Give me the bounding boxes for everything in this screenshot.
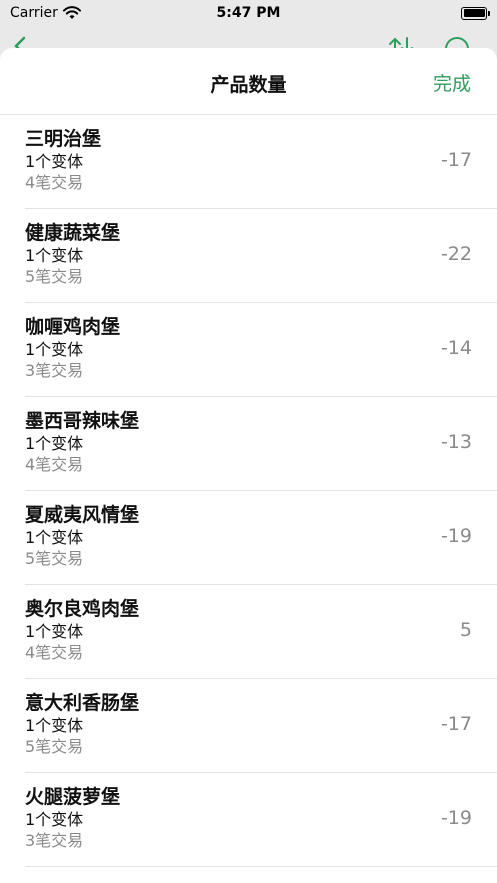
product-row[interactable]: 健康蔬菜堡 1个变体 5笔交易 -22 (25, 209, 497, 303)
product-transactions: 3笔交易 (25, 831, 84, 850)
product-quantity: -19 (440, 525, 472, 547)
product-quantity: -19 (440, 807, 472, 829)
product-name: 火腿菠萝堡 (25, 786, 121, 808)
product-variants: 1个变体 (25, 810, 84, 829)
sheet-header: 产品数量 完成 (0, 48, 497, 115)
screen: Carrier 5:47 PM 产品数量 完成 三明治堡 1个变体 4笔交易 -… (0, 0, 497, 883)
product-quantity: 5 (459, 619, 472, 641)
product-name: 夏威夷风情堡 (25, 504, 140, 526)
status-bar: Carrier 5:47 PM (0, 0, 497, 26)
status-time: 5:47 PM (216, 5, 281, 21)
product-variants: 1个变体 (25, 622, 84, 641)
sheet-title: 产品数量 (210, 74, 287, 96)
product-transactions: 5笔交易 (25, 549, 84, 568)
product-transactions: 4笔交易 (25, 643, 84, 662)
product-row[interactable]: 墨西哥辣味堡 1个变体 4笔交易 -13 (25, 397, 497, 491)
product-variants: 1个变体 (25, 340, 84, 359)
battery-icon (461, 6, 490, 20)
product-transactions: 4笔交易 (25, 455, 84, 474)
product-quantity: -14 (440, 337, 472, 359)
done-button[interactable]: 完成 (433, 69, 471, 96)
product-quantity-sheet: 产品数量 完成 三明治堡 1个变体 4笔交易 -17 健康蔬菜堡 1个变体 5笔… (0, 48, 497, 883)
product-name: 咖喱鸡肉堡 (25, 316, 121, 338)
product-row[interactable]: 意大利香肠堡 1个变体 5笔交易 -17 (25, 679, 497, 773)
product-variants: 1个变体 (25, 716, 84, 735)
product-row[interactable]: 三明治堡 1个变体 4笔交易 -17 (25, 115, 497, 209)
product-row[interactable]: 咖喱鸡肉堡 1个变体 3笔交易 -14 (25, 303, 497, 397)
product-variants: 1个变体 (25, 152, 84, 171)
product-quantity: -22 (440, 243, 472, 265)
product-quantity: -13 (440, 431, 472, 453)
product-quantity: -17 (440, 713, 472, 735)
product-row[interactable]: 奥尔良鸡肉堡 1个变体 4笔交易 5 (25, 585, 497, 679)
product-list: 三明治堡 1个变体 4笔交易 -17 健康蔬菜堡 1个变体 5笔交易 -22 咖… (0, 115, 497, 867)
product-variants: 1个变体 (25, 434, 84, 453)
product-row[interactable]: 夏威夷风情堡 1个变体 5笔交易 -19 (25, 491, 497, 585)
product-transactions: 5笔交易 (25, 267, 84, 286)
product-name: 三明治堡 (25, 128, 102, 150)
product-name: 意大利香肠堡 (25, 692, 140, 714)
product-name: 墨西哥辣味堡 (25, 410, 140, 432)
product-transactions: 5笔交易 (25, 737, 84, 756)
product-transactions: 3笔交易 (25, 361, 84, 380)
product-name: 健康蔬菜堡 (25, 222, 121, 244)
product-variants: 1个变体 (25, 528, 84, 547)
product-transactions: 4笔交易 (25, 173, 84, 192)
product-variants: 1个变体 (25, 246, 84, 265)
product-name: 奥尔良鸡肉堡 (25, 598, 140, 620)
product-quantity: -17 (440, 149, 472, 171)
product-row[interactable]: 火腿菠萝堡 1个变体 3笔交易 -19 (25, 773, 497, 867)
